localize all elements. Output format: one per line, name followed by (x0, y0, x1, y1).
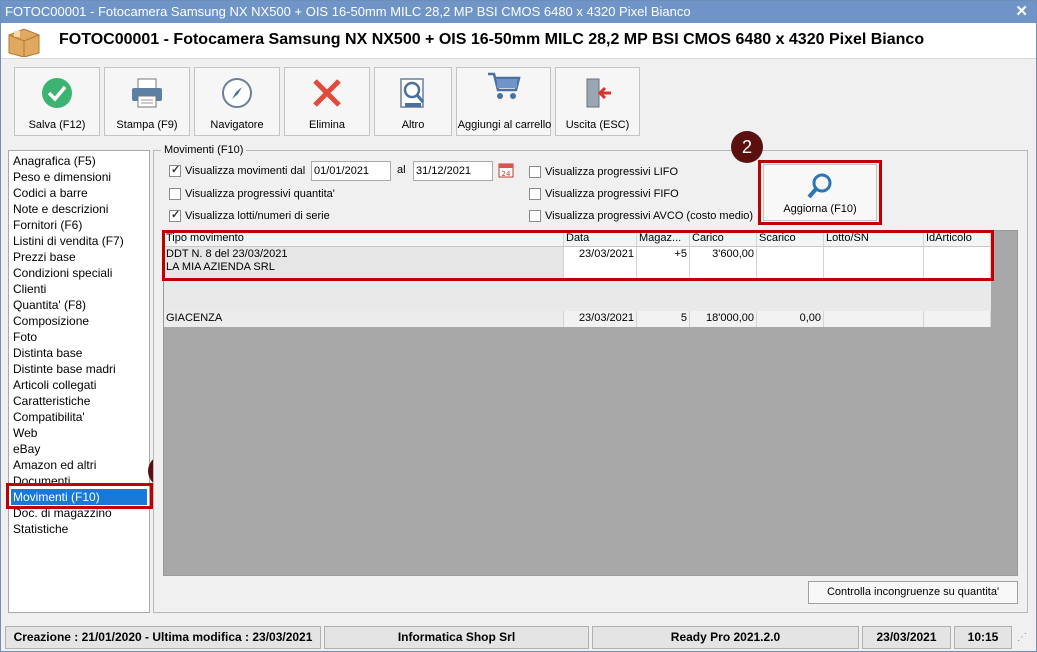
close-icon[interactable]: ✕ (1015, 1, 1028, 23)
sidebar-item[interactable]: Fornitori (F6) (9, 217, 149, 233)
svg-text:24: 24 (502, 170, 511, 178)
exit-button[interactable]: Uscita (ESC) (555, 67, 640, 136)
print-label: Stampa (F9) (116, 119, 178, 131)
exit-label: Uscita (ESC) (565, 119, 630, 131)
package-icon (8, 28, 40, 57)
add-to-cart-label: Aggiungi al carrello (457, 119, 552, 131)
sidebar-item[interactable]: Composizione (9, 313, 149, 329)
sidebar-item[interactable]: Quantita' (F8) (9, 297, 149, 313)
checkbox-box[interactable] (169, 208, 181, 222)
sidebar-item[interactable]: Statistiche (9, 521, 149, 537)
save-button[interactable]: Salva (F12) (14, 67, 100, 136)
checkbox-label: Visualizza progressivi quantita' (185, 188, 335, 200)
header: FOTOC00001 - Fotocamera Samsung NX NX500… (1, 23, 1036, 59)
delete-label: Elimina (308, 119, 346, 131)
cell-lotto (824, 311, 924, 327)
more-label: Altro (401, 119, 425, 131)
sidebar-item[interactable]: Foto (9, 329, 149, 345)
status-company: Informatica Shop Srl (324, 626, 589, 649)
cell-magaz: 5 (637, 311, 690, 327)
show-qty-progress-checkbox[interactable]: Visualizza progressivi quantita' (169, 188, 335, 200)
window-title: FOTOC00001 - Fotocamera Samsung NX NX500… (5, 4, 691, 19)
delete-x-icon (313, 79, 341, 107)
avco-checkbox[interactable]: Visualizza progressivi AVCO (costo medio… (529, 210, 753, 222)
date-from-field[interactable]: 01/01/2021 (311, 161, 391, 181)
compass-icon (222, 78, 252, 108)
title-bar[interactable]: FOTOC00001 - Fotocamera Samsung NX NX500… (1, 1, 1036, 23)
sidebar-item[interactable]: Note e descrizioni (9, 201, 149, 217)
sidebar-item[interactable]: Clienti (9, 281, 149, 297)
empty-row (164, 279, 991, 311)
show-lots-checkbox[interactable]: Visualizza lotti/numeri di serie (169, 208, 330, 222)
check-icon (42, 78, 72, 108)
checkbox-box[interactable] (169, 188, 181, 200)
sidebar-item[interactable]: Prezzi base (9, 249, 149, 265)
highlight-box-update (758, 160, 882, 225)
sidebar-item[interactable]: Peso e dimensioni (9, 169, 149, 185)
checkbox-box[interactable] (529, 188, 541, 200)
calendar-icon[interactable]: 24 (498, 162, 514, 178)
status-time: 10:15 (954, 626, 1012, 649)
checkbox-box[interactable] (169, 163, 181, 177)
status-product: Ready Pro 2021.2.0 (592, 626, 859, 649)
check-inconsistencies-button[interactable]: Controlla incongruenze su quantita' (808, 581, 1018, 604)
checkbox-label: Visualizza progressivi AVCO (costo medio… (545, 210, 754, 222)
cell-id (924, 311, 991, 327)
sidebar-item[interactable]: Distinta base (9, 345, 149, 361)
printer-icon (132, 78, 162, 108)
print-button[interactable]: Stampa (F9) (104, 67, 190, 136)
highlight-box-nav (6, 483, 153, 509)
checkbox-label: Visualizza progressivi FIFO (545, 188, 679, 200)
sidebar-item[interactable]: Caratteristiche (9, 393, 149, 409)
total-row: GIACENZA 23/03/2021 5 18'000,00 0,00 (164, 311, 991, 327)
cell-tipo: GIACENZA (164, 311, 564, 327)
exit-door-icon (586, 78, 611, 108)
sidebar-item[interactable]: Amazon ed altri (9, 457, 149, 473)
delete-button[interactable]: Elimina (284, 67, 370, 136)
sidebar-item[interactable]: Distinte base madri (9, 361, 149, 377)
section-list[interactable]: Anagrafica (F5) Peso e dimensioni Codici a… (8, 150, 150, 613)
fifo-checkbox[interactable]: Visualizza progressivi FIFO (529, 188, 679, 200)
main-window: FOTOC00001 - Fotocamera Samsung NX NX500… (0, 0, 1037, 652)
sidebar-item[interactable]: Anagrafica (F5) (9, 153, 149, 169)
al-label: al (397, 164, 406, 176)
resize-grip-icon[interactable]: ⋰ (1017, 632, 1027, 643)
sidebar-item[interactable]: Compatibilita' (9, 409, 149, 425)
sidebar-item[interactable]: Condizioni speciali (9, 265, 149, 281)
sidebar-item[interactable]: Codici a barre (9, 185, 149, 201)
highlight-box-grid (162, 230, 994, 281)
checkbox-label: Visualizza progressivi LIFO (545, 166, 679, 178)
status-date: 23/03/2021 (862, 626, 951, 649)
sidebar-item[interactable]: Web (9, 425, 149, 441)
cell-data: 23/03/2021 (564, 311, 637, 327)
sidebar-item[interactable]: Listini di vendita (F7) (9, 233, 149, 249)
lifo-checkbox[interactable]: Visualizza progressivi LIFO (529, 166, 678, 178)
checkbox-label: Visualizza movimenti dal (185, 165, 306, 177)
cell-scarico: 0,00 (757, 311, 824, 327)
magnifier-document-icon (400, 78, 425, 108)
status-created: Creazione : 21/01/2020 - Ultima modifica… (5, 626, 321, 649)
checkbox-box[interactable] (529, 210, 541, 222)
navigator-button[interactable]: Navigatore (194, 67, 280, 136)
save-label: Salva (F12) (28, 119, 86, 131)
checkbox-label: Visualizza lotti/numeri di serie (185, 210, 330, 222)
more-button[interactable]: Altro (374, 67, 452, 136)
cell-carico: 18'000,00 (690, 311, 757, 327)
date-to-field[interactable]: 31/12/2021 (413, 161, 493, 181)
status-bar: Creazione : 21/01/2020 - Ultima modifica… (5, 626, 1033, 649)
group-title: Movimenti (F10) (161, 144, 247, 156)
callout-2: 2 (731, 131, 763, 163)
checkbox-box[interactable] (529, 166, 541, 178)
show-movements-checkbox[interactable]: Visualizza movimenti dal (169, 163, 306, 177)
cart-icon (487, 72, 521, 99)
page-title: FOTOC00001 - Fotocamera Samsung NX NX500… (59, 31, 925, 48)
navigator-label: Navigatore (210, 119, 264, 131)
sidebar-item[interactable]: Articoli collegati (9, 377, 149, 393)
add-to-cart-button[interactable]: Aggiungi al carrello (456, 67, 551, 136)
sidebar-item[interactable]: eBay (9, 441, 149, 457)
